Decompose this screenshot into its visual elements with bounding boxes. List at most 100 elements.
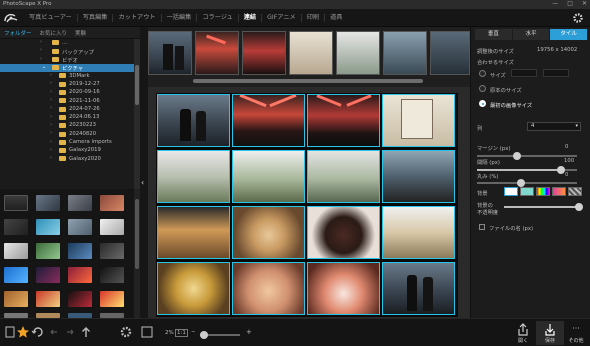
zoom-in-icon[interactable]: + bbox=[246, 328, 252, 336]
thumbnail[interactable] bbox=[4, 243, 28, 259]
combine-cell[interactable] bbox=[382, 94, 455, 147]
combine-cell[interactable] bbox=[232, 262, 305, 315]
margin-slider[interactable] bbox=[477, 152, 577, 160]
combine-cell[interactable] bbox=[232, 206, 305, 259]
bg-gradient[interactable] bbox=[552, 187, 566, 196]
strip-scrollbar[interactable] bbox=[193, 79, 423, 83]
menu-gif-creator[interactable]: GIFアニメ bbox=[262, 14, 302, 22]
tree-node[interactable]: › 20240820 bbox=[0, 130, 134, 138]
tree-node[interactable]: › 2020-09-16 bbox=[0, 89, 134, 97]
thumbnail[interactable] bbox=[100, 267, 124, 283]
menu-batch[interactable]: 一括編集 bbox=[162, 14, 198, 22]
bg-color-teal[interactable] bbox=[520, 187, 534, 196]
combine-canvas[interactable] bbox=[148, 87, 470, 318]
strip-photo[interactable] bbox=[383, 31, 427, 75]
thumbnail[interactable] bbox=[68, 291, 92, 307]
combine-cell[interactable] bbox=[157, 206, 230, 259]
menu-collage[interactable]: コラージュ bbox=[197, 14, 239, 22]
combine-cell[interactable] bbox=[307, 262, 380, 315]
columns-select[interactable]: 4 ▾ bbox=[527, 122, 581, 131]
combine-cell[interactable] bbox=[157, 150, 230, 203]
tab-horizontal[interactable]: 水平 bbox=[512, 29, 550, 40]
rotate-icon[interactable] bbox=[31, 325, 45, 339]
combine-cell[interactable] bbox=[232, 150, 305, 203]
thumbnail[interactable] bbox=[100, 243, 124, 259]
combine-cell[interactable] bbox=[382, 150, 455, 203]
tree-node[interactable]: ›... bbox=[0, 39, 134, 47]
slider-knob[interactable] bbox=[517, 179, 525, 187]
thumbnail[interactable] bbox=[36, 291, 60, 307]
combine-cell[interactable] bbox=[382, 206, 455, 259]
slider-knob[interactable] bbox=[200, 331, 208, 339]
combine-cell[interactable] bbox=[157, 262, 230, 315]
zoom-slider[interactable] bbox=[200, 331, 240, 339]
slider-knob[interactable] bbox=[575, 203, 583, 211]
slider-knob[interactable] bbox=[557, 166, 565, 174]
first-image-size-radio[interactable] bbox=[479, 100, 486, 107]
height-input[interactable] bbox=[543, 69, 569, 77]
photoscape-logo-icon[interactable] bbox=[3, 11, 19, 25]
bg-color-white[interactable] bbox=[504, 187, 518, 196]
close-button[interactable]: ✕ bbox=[582, 0, 587, 7]
filename-checkbox[interactable] bbox=[479, 224, 485, 230]
original-size-radio[interactable] bbox=[479, 85, 486, 92]
thumbnail[interactable] bbox=[4, 291, 28, 307]
strip-photo[interactable] bbox=[430, 31, 470, 75]
slider-knob[interactable] bbox=[513, 152, 521, 160]
settings-gear-icon[interactable] bbox=[572, 12, 584, 24]
round-slider[interactable] bbox=[477, 179, 577, 187]
thumbnail[interactable] bbox=[36, 267, 60, 283]
thumbnail[interactable] bbox=[4, 219, 28, 235]
bg-color-rainbow[interactable] bbox=[536, 187, 550, 196]
tree-node[interactable]: › 2019-12-27 bbox=[0, 80, 134, 88]
strip-photo[interactable] bbox=[289, 31, 333, 75]
tree-node[interactable]: › バックアップ bbox=[0, 47, 134, 56]
tab-tile[interactable]: タイル bbox=[550, 29, 588, 40]
combine-cell[interactable] bbox=[307, 94, 380, 147]
size-radio[interactable] bbox=[479, 70, 486, 77]
scrollbar-thumb[interactable] bbox=[135, 65, 139, 105]
open-button[interactable]: 開く bbox=[509, 321, 537, 345]
combine-cell[interactable] bbox=[307, 150, 380, 203]
combine-cell[interactable] bbox=[232, 94, 305, 147]
bg-opacity-slider[interactable] bbox=[504, 203, 583, 211]
tree-node[interactable]: › ビデオ bbox=[0, 56, 134, 65]
thumbnail[interactable] bbox=[100, 291, 124, 307]
tree-node[interactable]: › 2024.06.13 bbox=[0, 114, 134, 122]
thumbnail[interactable] bbox=[100, 219, 124, 235]
tree-node[interactable]: › 2021-11-06 bbox=[0, 97, 134, 105]
spacing-slider[interactable] bbox=[477, 166, 577, 174]
panel-collapse-handle[interactable]: ‹ bbox=[140, 27, 148, 318]
tree-node[interactable]: › 20230223 bbox=[0, 122, 134, 130]
arrow-up-icon[interactable] bbox=[79, 325, 93, 339]
width-input[interactable] bbox=[511, 69, 537, 77]
combine-cell[interactable] bbox=[157, 94, 230, 147]
tab-experimental[interactable]: 実験 bbox=[71, 27, 90, 38]
thumbnail[interactable] bbox=[68, 267, 92, 283]
tree-node[interactable]: › Galaxy2019 bbox=[0, 147, 134, 155]
bg-transparent[interactable] bbox=[568, 187, 582, 196]
tab-folders[interactable]: フォルダー bbox=[0, 27, 36, 38]
thumbnail[interactable] bbox=[36, 219, 60, 235]
new-icon[interactable] bbox=[3, 325, 17, 339]
thumbnail[interactable] bbox=[68, 243, 92, 259]
star-icon[interactable] bbox=[16, 325, 30, 339]
tree-node[interactable]: › Camera imports bbox=[0, 139, 134, 147]
redo-icon[interactable] bbox=[63, 325, 77, 339]
thumbnail[interactable] bbox=[68, 219, 92, 235]
tree-node-selected[interactable]: ⌄ ピクチャ bbox=[0, 63, 134, 72]
strip-photo[interactable] bbox=[195, 31, 239, 75]
undo-icon[interactable] bbox=[47, 325, 61, 339]
zoom-out-icon[interactable]: − bbox=[191, 329, 196, 335]
zoom-actual-size-button[interactable]: 1:1 bbox=[175, 329, 188, 337]
combine-cell[interactable] bbox=[307, 206, 380, 259]
thumbnail[interactable] bbox=[4, 195, 28, 211]
strip-photo[interactable] bbox=[148, 31, 192, 75]
tab-vertical[interactable]: 垂直 bbox=[475, 29, 512, 40]
maximize-button[interactable]: □ bbox=[567, 0, 573, 7]
menu-combine[interactable]: 連結 bbox=[239, 14, 263, 22]
chevron-left-icon[interactable]: ‹ bbox=[141, 178, 144, 187]
menu-tools[interactable]: 道具 bbox=[325, 14, 347, 22]
menu-photo-editor[interactable]: 写真編集 bbox=[78, 14, 114, 22]
thumbnail[interactable] bbox=[100, 195, 124, 211]
